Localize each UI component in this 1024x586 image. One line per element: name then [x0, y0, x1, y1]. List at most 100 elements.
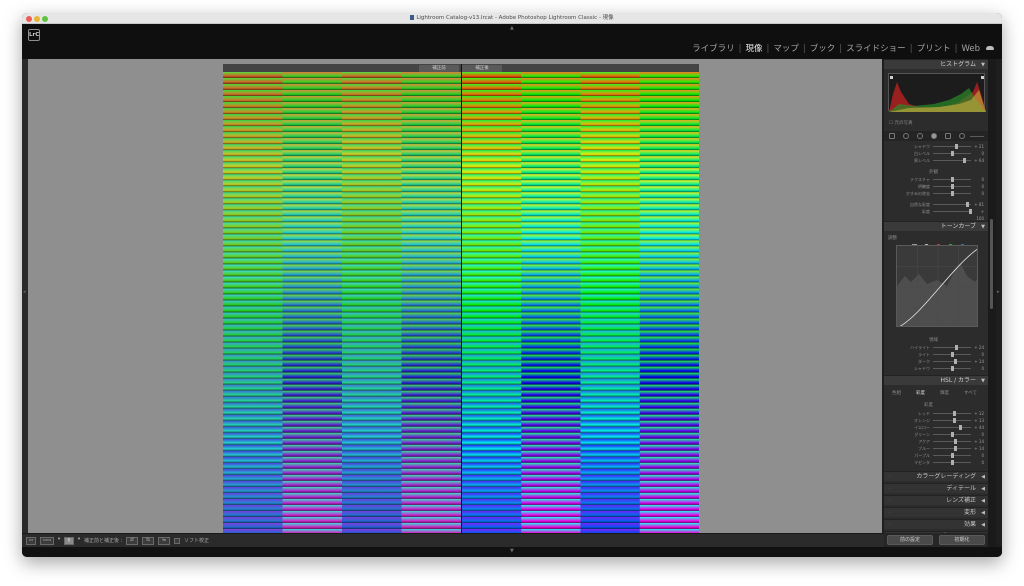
before-after-mode-button[interactable]: ▭▭ [40, 537, 54, 545]
panel-expand-icon[interactable]: ◀ [981, 496, 985, 506]
panel-expand-icon[interactable]: ◀ [981, 472, 985, 482]
hsl-header[interactable]: HSL / カラー ▼ [884, 375, 988, 385]
layout-dropdown-icon[interactable]: ▾ [76, 537, 82, 545]
slider-value[interactable]: + 21 [972, 143, 984, 150]
slider-row[interactable]: ライト 0 [890, 351, 984, 358]
panel-toggle-icon[interactable]: ◦ [888, 508, 891, 518]
slider-row[interactable]: ハイライト + 24 [890, 344, 984, 351]
collapse-top-arrow-icon[interactable]: ▲ [510, 25, 514, 31]
slider-track[interactable] [933, 427, 971, 428]
module-link[interactable]: ブック [810, 44, 836, 54]
slider-value[interactable]: + 44 [972, 424, 984, 431]
slider-knob[interactable] [965, 202, 969, 207]
slider-knob[interactable] [951, 432, 954, 437]
masking-tool-icon[interactable] [931, 133, 937, 139]
slider-row[interactable]: ダーク + 14 [890, 358, 984, 365]
mode-dropdown-icon[interactable]: ▾ [56, 537, 62, 545]
slider-knob[interactable] [951, 460, 954, 465]
right-panel-scrollbar[interactable] [988, 59, 996, 547]
slider-value[interactable]: 0 [972, 431, 984, 438]
collapsed-panel-header[interactable]: ◦ カラーグレーディング ◀ [884, 471, 988, 481]
slider-row[interactable]: かすみの除去 0 [890, 190, 984, 197]
slider-row[interactable]: アクア + 14 [890, 438, 984, 445]
brush-slider[interactable] [970, 133, 984, 140]
slider-value[interactable]: + 100 [972, 208, 984, 222]
slider-value[interactable]: + 13 [972, 417, 984, 424]
slider-value[interactable]: 0 [972, 183, 984, 190]
slider-knob[interactable] [953, 446, 957, 451]
slider-row[interactable]: シャドウ + 21 [890, 143, 984, 150]
loupe-view-button[interactable]: ▭ [26, 537, 36, 545]
slider-value[interactable]: + 81 [972, 201, 984, 208]
slider-track[interactable] [933, 420, 971, 421]
radial-filter-icon[interactable] [959, 133, 965, 139]
panel-expand-icon[interactable]: ◀ [981, 484, 985, 494]
module-link[interactable]: Web [961, 44, 980, 54]
reset-button[interactable]: 初期化 [939, 535, 985, 545]
slider-value[interactable]: + 12 [972, 410, 984, 417]
module-link[interactable]: プリント [917, 44, 951, 54]
slider-value[interactable]: 0 [972, 190, 984, 197]
slider-value[interactable]: + 24 [972, 344, 984, 351]
collapsed-panel-header[interactable]: ◦ 変形 ◀ [884, 507, 988, 517]
slider-value[interactable]: + 14 [972, 438, 984, 445]
hsl-tab[interactable]: 輝度 [940, 390, 949, 396]
expand-filmstrip-arrow-icon[interactable]: ▼ [510, 548, 514, 554]
panel-collapse-icon[interactable]: ▼ [981, 376, 985, 386]
slider-knob[interactable] [951, 184, 954, 189]
red-eye-tool-icon[interactable] [917, 133, 923, 139]
slider-knob[interactable] [954, 144, 958, 149]
slider-knob[interactable] [958, 425, 962, 430]
cloud-sync-icon[interactable] [986, 46, 994, 50]
slider-knob[interactable] [951, 366, 954, 371]
module-link[interactable]: 現像 [746, 44, 763, 54]
slider-knob[interactable] [951, 191, 954, 196]
slider-row[interactable]: 黒レベル + 64 [890, 157, 984, 164]
panel-expand-icon[interactable]: ◀ [981, 508, 985, 518]
slider-knob[interactable] [951, 453, 954, 458]
slider-row[interactable]: 彩度 + 100 [890, 208, 984, 221]
side-by-side-button[interactable]: ▮ [64, 537, 74, 545]
slider-value[interactable]: 0 [972, 452, 984, 459]
slider-row[interactable]: テクスチャ 0 [890, 176, 984, 183]
collapsed-panel-header[interactable]: ◦ ディテール ◀ [884, 483, 988, 493]
slider-knob[interactable] [953, 359, 957, 364]
scrollbar-thumb[interactable] [990, 219, 993, 309]
slider-knob[interactable] [955, 345, 959, 350]
slider-row[interactable]: パープル 0 [890, 452, 984, 459]
slider-row[interactable]: イエロー + 44 [890, 424, 984, 431]
slider-knob[interactable] [953, 439, 957, 444]
slider-track[interactable] [933, 441, 971, 442]
slider-row[interactable]: 明瞭度 0 [890, 183, 984, 190]
slider-track[interactable] [933, 361, 971, 362]
module-link[interactable]: ライブラリ [692, 44, 735, 54]
copy-before-to-after-button[interactable]: ⇄ [126, 537, 138, 545]
slider-row[interactable]: レッド + 12 [890, 410, 984, 417]
original-photo-checkbox[interactable]: ☐ 元の写真 [889, 120, 912, 126]
panel-collapse-icon[interactable]: ▼ [981, 60, 985, 70]
hsl-tab[interactable]: すべて [964, 390, 977, 396]
slider-value[interactable]: + 14 [972, 358, 984, 365]
slider-knob[interactable] [951, 352, 954, 357]
slider-track[interactable] [933, 211, 971, 212]
collapse-right-arrow-icon[interactable]: ▸ [997, 289, 1000, 295]
hsl-tab[interactable]: 色相 [892, 390, 901, 396]
slider-track[interactable] [933, 146, 971, 147]
panel-toggle-icon[interactable]: ◦ [888, 484, 891, 494]
slider-value[interactable]: 0 [972, 351, 984, 358]
swap-before-after-button[interactable]: ⇋ [158, 537, 170, 545]
slider-row[interactable]: 白レベル 0 [890, 150, 984, 157]
slider-knob[interactable] [953, 418, 957, 423]
slider-knob[interactable] [951, 177, 954, 182]
tone-curve-graph[interactable] [896, 245, 978, 327]
crop-tool-icon[interactable] [889, 133, 895, 139]
slider-row[interactable]: 自然な彩度 + 81 [890, 201, 984, 208]
slider-value[interactable]: + 14 [972, 445, 984, 452]
slider-row[interactable]: グリーン 0 [890, 431, 984, 438]
hsl-tab[interactable]: 彩度 [916, 390, 925, 396]
slider-row[interactable]: オレンジ + 13 [890, 417, 984, 424]
slider-track[interactable] [933, 448, 971, 449]
slider-value[interactable]: 0 [972, 365, 984, 372]
slider-knob[interactable] [962, 158, 966, 163]
slider-track[interactable] [933, 413, 971, 414]
